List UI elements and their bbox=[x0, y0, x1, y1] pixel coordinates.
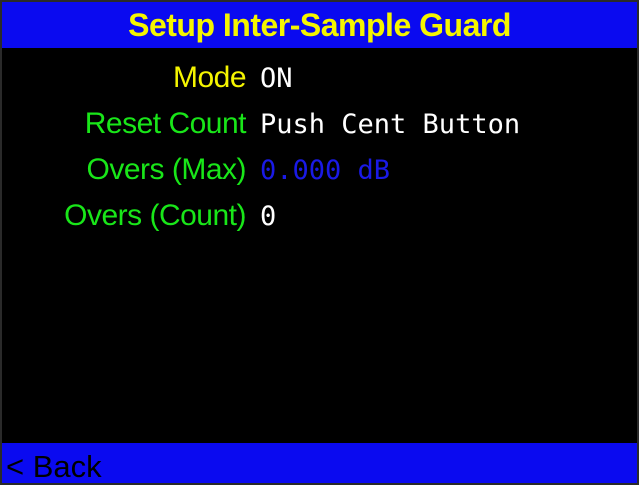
overs-max-value: 0.000 dB bbox=[260, 154, 391, 186]
reset-count-label: Reset Count bbox=[84, 107, 247, 140]
overs-max-label: Overs (Max) bbox=[86, 153, 247, 186]
setting-row-reset-count[interactable]: Reset Count Push Cent Button bbox=[2, 101, 637, 147]
setting-row-overs-count[interactable]: Overs (Count) 0 bbox=[2, 193, 637, 239]
back-button[interactable]: < Back bbox=[2, 443, 637, 483]
setting-row-mode[interactable]: Mode ON bbox=[2, 55, 637, 101]
mode-label: Mode bbox=[172, 61, 247, 94]
mode-value: ON bbox=[260, 62, 293, 94]
setup-screen: Setup Inter-Sample Guard Mode ON Reset C… bbox=[0, 0, 639, 485]
overs-count-value: 0 bbox=[260, 200, 277, 232]
page-title: Setup Inter-Sample Guard bbox=[128, 6, 511, 43]
reset-count-value: Push Cent Button bbox=[260, 108, 521, 140]
title-bar: Setup Inter-Sample Guard bbox=[2, 2, 637, 48]
setting-row-overs-max[interactable]: Overs (Max) 0.000 dB bbox=[2, 147, 637, 193]
overs-count-label: Overs (Count) bbox=[64, 199, 246, 232]
back-button-label: < Back bbox=[6, 448, 102, 484]
settings-list: Mode ON Reset Count Push Cent Button Ove… bbox=[2, 55, 637, 239]
